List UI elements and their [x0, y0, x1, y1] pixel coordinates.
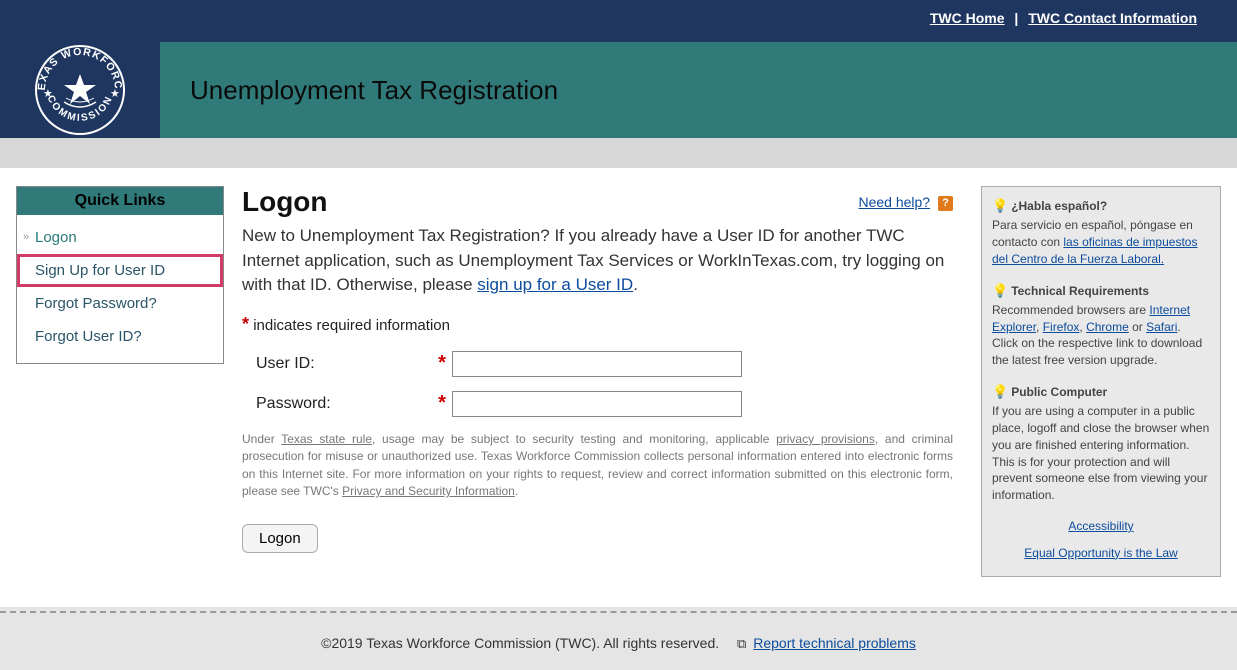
sidebar-item-logon[interactable]: Logon	[17, 221, 223, 254]
sidebar-heading: Quick Links	[17, 187, 223, 215]
user-id-row: User ID: *	[242, 351, 953, 377]
sidebar-item-signup[interactable]: Sign Up for User ID	[17, 254, 223, 287]
sidebar-item-forgot-password[interactable]: Forgot Password?	[17, 287, 223, 320]
header: TEXAS WORKFORCE COMMISSION ★ ★ Unemploym…	[0, 42, 1237, 138]
required-note-text: indicates required information	[253, 317, 450, 334]
external-link-icon: ⧉	[737, 636, 746, 651]
twc-home-link[interactable]: TWC Home	[930, 10, 1005, 26]
info-panel: 💡¿Habla español? Para servicio en españo…	[981, 186, 1221, 577]
quick-links-sidebar: Quick Links Logon Sign Up for User ID Fo…	[16, 186, 224, 364]
lightbulb-icon: 💡	[992, 198, 1008, 213]
safari-link[interactable]: Safari	[1146, 320, 1177, 334]
password-label: Password:	[242, 395, 432, 413]
legal-a: Under	[242, 432, 281, 446]
intro-text: New to Unemployment Tax Registration? If…	[242, 224, 953, 298]
required-star-icon: *	[432, 392, 452, 415]
need-help-block: Need help? ?	[858, 194, 953, 211]
svg-text:COMMISSION: COMMISSION	[45, 94, 116, 124]
top-nav: TWC Home | TWC Contact Information	[0, 0, 1237, 42]
help-icon[interactable]: ?	[938, 196, 953, 211]
privacy-provisions-link[interactable]: privacy provisions	[776, 432, 875, 446]
legal-text: Under Texas state rule, usage may be sub…	[242, 431, 953, 501]
user-id-label: User ID:	[242, 355, 432, 373]
tech-sep3: or	[1129, 320, 1146, 334]
texas-rule-link[interactable]: Texas state rule	[281, 432, 372, 446]
logon-button[interactable]: Logon	[242, 524, 318, 553]
page-title: Unemployment Tax Registration	[190, 75, 558, 106]
svg-text:★: ★	[43, 88, 53, 100]
report-problems-link[interactable]: Report technical problems	[753, 635, 916, 651]
sidebar-item-forgot-userid[interactable]: Forgot User ID?	[17, 320, 223, 353]
public-title: Public Computer	[1011, 385, 1107, 399]
tech-text-a: Recommended browsers are	[992, 303, 1149, 317]
privacy-security-link[interactable]: Privacy and Security Information	[342, 484, 515, 498]
signup-link[interactable]: sign up for a User ID	[477, 275, 633, 294]
public-text: If you are using a computer in a public …	[992, 404, 1209, 502]
required-note: * indicates required information	[242, 314, 953, 335]
password-row: Password: *	[242, 391, 953, 417]
header-spacer	[0, 138, 1237, 168]
main-content: Need help? ? Logon New to Unemployment T…	[242, 186, 963, 553]
required-star-icon: *	[242, 314, 249, 334]
password-input[interactable]	[452, 391, 742, 417]
need-help-link[interactable]: Need help?	[858, 194, 930, 210]
copyright-text: ©2019 Texas Workforce Commission (TWC). …	[321, 635, 719, 651]
legal-b: , usage may be subject to security testi…	[372, 432, 776, 446]
logo-container: TEXAS WORKFORCE COMMISSION ★ ★	[0, 42, 160, 138]
svg-text:★: ★	[110, 88, 120, 100]
legal-d: .	[515, 484, 518, 498]
tech-title: Technical Requirements	[1011, 284, 1149, 298]
espanol-block: 💡¿Habla español? Para servicio en españo…	[992, 197, 1210, 268]
lightbulb-icon: 💡	[992, 283, 1008, 298]
espanol-title: ¿Habla español?	[1011, 199, 1107, 213]
lightbulb-icon: 💡	[992, 384, 1008, 399]
user-id-input[interactable]	[452, 351, 742, 377]
footer: ©2019 Texas Workforce Commission (TWC). …	[0, 613, 1237, 664]
title-bar: Unemployment Tax Registration	[160, 42, 1237, 138]
eeo-link[interactable]: Equal Opportunity is the Law	[1024, 546, 1177, 560]
twc-contact-link[interactable]: TWC Contact Information	[1028, 10, 1197, 26]
public-computer-block: 💡Public Computer If you are using a comp…	[992, 383, 1210, 504]
tech-req-block: 💡Technical Requirements Recommended brow…	[992, 282, 1210, 369]
firefox-link[interactable]: Firefox	[1043, 320, 1080, 334]
tech-sep1: ,	[1036, 320, 1043, 334]
chrome-link[interactable]: Chrome	[1086, 320, 1129, 334]
main-heading: Logon	[242, 186, 953, 218]
required-star-icon: *	[432, 352, 452, 375]
accessibility-link[interactable]: Accessibility	[1068, 519, 1133, 533]
twc-logo-icon: TEXAS WORKFORCE COMMISSION ★ ★	[30, 40, 130, 140]
separator: |	[1014, 10, 1018, 26]
intro-part-b: .	[633, 275, 638, 294]
